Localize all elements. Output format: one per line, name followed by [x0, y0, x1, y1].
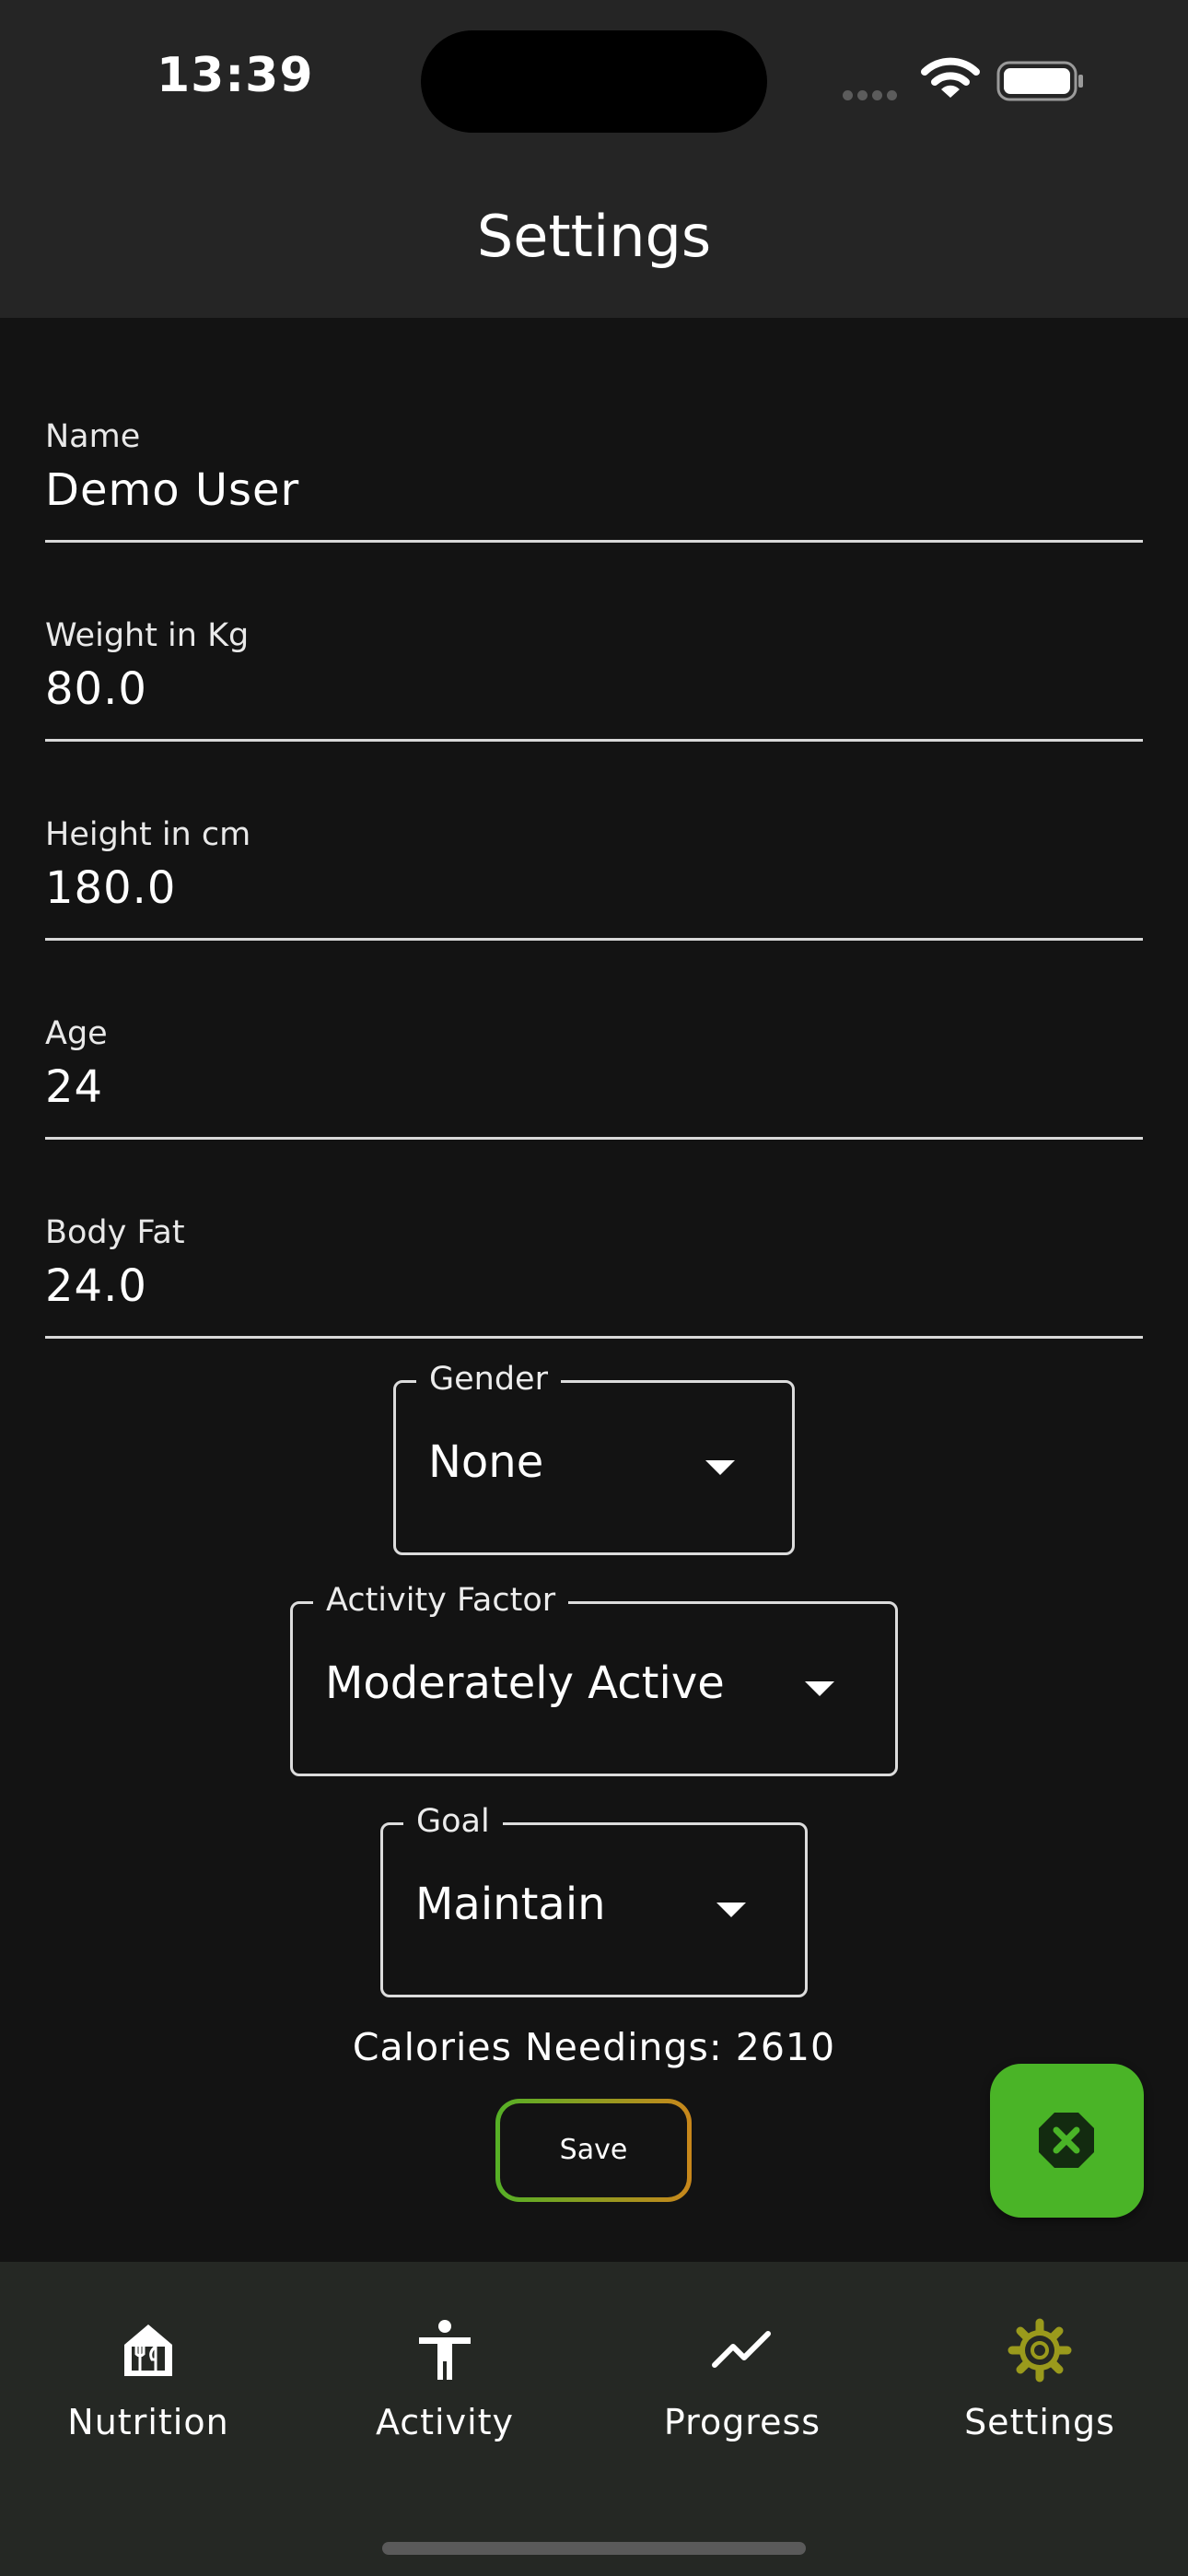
nav-label-nutrition: Nutrition: [67, 2402, 229, 2442]
home-indicator[interactable]: [382, 2542, 806, 2555]
trending-up-icon: [712, 2331, 771, 2368]
goal-dropdown-label: Goal: [403, 1803, 503, 1840]
name-field-value[interactable]: Demo User: [45, 464, 299, 516]
goal-dropdown[interactable]: Goal Maintain: [380, 1803, 808, 1997]
nav-item-progress[interactable]: Progress: [594, 2317, 891, 2442]
status-bar: 13:39: [0, 0, 1188, 157]
gender-dropdown-label: Gender: [416, 1361, 561, 1398]
age-field[interactable]: Age 24: [45, 938, 1143, 1140]
body-fat-field-value[interactable]: 24.0: [45, 1260, 147, 1312]
dynamic-island: [421, 30, 767, 133]
calories-needings-text: Calories Needings: 2610: [352, 2025, 836, 2069]
nav-label-settings: Settings: [964, 2402, 1115, 2442]
nav-item-activity[interactable]: Activity: [297, 2317, 593, 2442]
status-time: 13:39: [157, 48, 314, 103]
nav-item-nutrition[interactable]: Nutrition: [0, 2317, 297, 2442]
nav-label-progress: Progress: [663, 2402, 821, 2442]
cellular-signal-icon: [843, 87, 902, 104]
nav-item-settings[interactable]: Settings: [891, 2317, 1188, 2442]
name-field[interactable]: Name Demo User: [45, 341, 1143, 543]
close-octagon-icon: [1039, 2113, 1094, 2168]
battery-icon: [996, 61, 1083, 101]
close-fab-button[interactable]: [990, 2064, 1144, 2218]
gender-dropdown[interactable]: Gender None: [393, 1361, 795, 1555]
activity-factor-dropdown[interactable]: Activity Factor Moderately Active: [290, 1582, 898, 1776]
height-field[interactable]: Height in cm 180.0: [45, 739, 1143, 941]
nutrition-icon: [124, 2324, 172, 2376]
goal-dropdown-value: Maintain: [415, 1879, 606, 1930]
weight-field-label: Weight in Kg: [45, 617, 250, 654]
weight-field[interactable]: Weight in Kg 80.0: [45, 540, 1143, 742]
gender-dropdown-value: None: [428, 1436, 544, 1488]
nav-label-activity: Activity: [375, 2402, 515, 2442]
body-fat-field[interactable]: Body Fat 24.0: [45, 1137, 1143, 1339]
height-field-label: Height in cm: [45, 816, 251, 853]
body-fat-field-label: Body Fat: [45, 1214, 185, 1251]
gear-icon: [1007, 2318, 1072, 2383]
person-icon: [419, 2320, 471, 2380]
bottom-navigation: Nutrition Activity Progress Settings: [0, 2262, 1188, 2576]
name-field-label: Name: [45, 418, 141, 455]
activity-factor-dropdown-label: Activity Factor: [313, 1582, 569, 1619]
age-field-value[interactable]: 24: [45, 1061, 103, 1113]
weight-field-value[interactable]: 80.0: [45, 663, 147, 715]
height-field-value[interactable]: 180.0: [45, 862, 176, 914]
activity-factor-dropdown-value: Moderately Active: [325, 1657, 725, 1709]
dropdown-arrow-icon: [705, 1460, 735, 1475]
save-button[interactable]: Save: [495, 2099, 692, 2202]
wifi-icon: [921, 57, 980, 98]
app-bar: Settings: [0, 157, 1188, 318]
dropdown-arrow-icon: [805, 1681, 834, 1696]
age-field-label: Age: [45, 1015, 108, 1052]
page-title: Settings: [476, 203, 712, 270]
dropdown-arrow-icon: [716, 1903, 746, 1917]
